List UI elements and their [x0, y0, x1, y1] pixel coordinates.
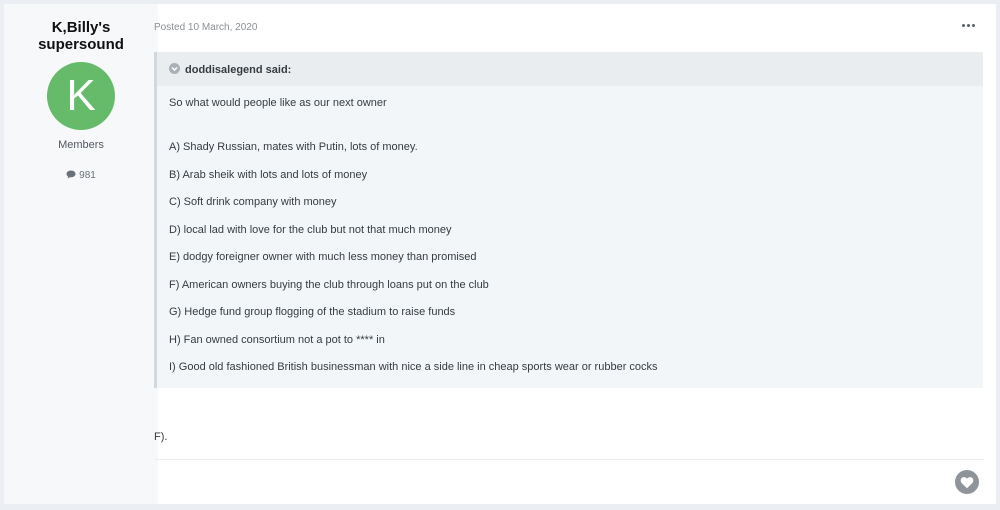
author-name[interactable]: K,Billy's supersound — [4, 19, 158, 53]
quote-line: H) Fan owned consortium not a pot to ***… — [169, 334, 385, 346]
more-dots-icon — [961, 23, 965, 27]
quote-line: C) Soft drink company with money — [169, 196, 337, 208]
quote-line: G) Hedge fund group flogging of the stad… — [169, 306, 456, 318]
comment-icon — [66, 170, 76, 179]
heart-icon — [960, 476, 974, 488]
quote-line: So what would people like as our next ow… — [169, 97, 387, 109]
post-count-value: 981 — [79, 170, 96, 181]
chevron-down-icon[interactable] — [169, 63, 180, 74]
author-name-line2[interactable]: supersound — [4, 36, 158, 53]
post-count: 981 — [4, 170, 158, 181]
member-group: Members — [58, 139, 104, 151]
quote-line: F) American owners buying the club throu… — [169, 279, 489, 291]
reaction-button[interactable] — [955, 470, 979, 494]
quote-line: E) dodgy foreigner owner with much less … — [169, 251, 477, 263]
quote-line: A) Shady Russian, mates with Putin, lots… — [169, 141, 418, 153]
post-reply-text: F). — [154, 431, 168, 443]
author-panel: K,Billy's supersound K Members 981 — [4, 4, 158, 504]
quote-line: I) Good old fashioned British businessma… — [169, 361, 658, 373]
post-date[interactable]: Posted 10 March, 2020 — [154, 22, 257, 33]
avatar[interactable]: K — [47, 62, 115, 130]
divider — [154, 459, 984, 460]
quote-citation: doddisalegend said: — [185, 64, 292, 76]
post-options-button[interactable] — [958, 17, 978, 33]
quote-line: D) local lad with love for the club but … — [169, 224, 452, 236]
author-name-line1[interactable]: K,Billy's — [4, 19, 158, 36]
quote-line: B) Arab sheik with lots and lots of mone… — [169, 169, 368, 181]
quote-block: doddisalegend said: So what would people… — [154, 52, 983, 388]
quote-header[interactable]: doddisalegend said: — [157, 52, 983, 86]
post-card: K,Billy's supersound K Members 981 Poste… — [4, 4, 996, 504]
